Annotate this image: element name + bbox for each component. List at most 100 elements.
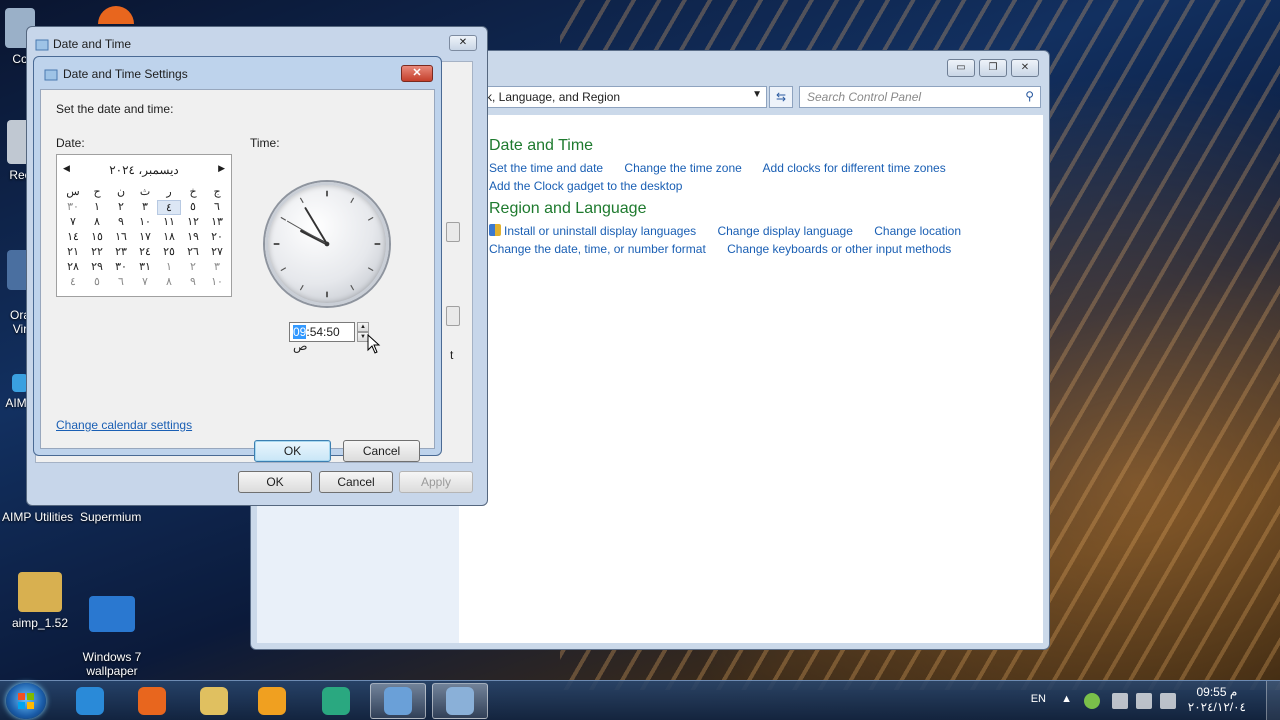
link-install-languages[interactable]: Install or uninstall display languages bbox=[504, 224, 696, 238]
calendar-day[interactable]: ٧ bbox=[61, 215, 85, 230]
link-change-display-language[interactable]: Change display language bbox=[717, 224, 852, 238]
link-change-keyboards[interactable]: Change keyboards or other input methods bbox=[727, 242, 951, 256]
calendar-day[interactable]: ٢٠ bbox=[205, 230, 229, 245]
close-button[interactable]: ✕ bbox=[449, 35, 477, 51]
section-title[interactable]: Date and Time bbox=[489, 137, 964, 155]
desktop-label-supermium[interactable]: Supermium bbox=[80, 510, 141, 524]
time-input[interactable]: 09:54:50 ص bbox=[289, 322, 355, 353]
desktop-label-aimp-utilities[interactable]: AIMP Utilities bbox=[2, 510, 73, 524]
link-add-clock-gadget[interactable]: Add the Clock gadget to the desktop bbox=[489, 179, 682, 193]
taskbar-item[interactable] bbox=[62, 683, 118, 719]
calendar-day[interactable]: ١٤ bbox=[61, 230, 85, 245]
tray-expand-icon[interactable]: ▲ bbox=[1061, 693, 1072, 705]
calendar-day[interactable]: ١٠ bbox=[205, 275, 229, 290]
calendar-day[interactable]: ٢١ bbox=[61, 245, 85, 260]
action-center-flag-icon[interactable] bbox=[1160, 693, 1176, 709]
spin-up-icon[interactable]: ▲ bbox=[357, 322, 369, 332]
calendar-day[interactable]: ٣ bbox=[133, 200, 157, 215]
taskbar-item[interactable] bbox=[370, 683, 426, 719]
calendar-day[interactable]: ٩ bbox=[181, 275, 205, 290]
close-button[interactable]: ✕ bbox=[1011, 59, 1039, 77]
calendar-day[interactable]: ٢ bbox=[181, 260, 205, 275]
taskbar-item[interactable] bbox=[244, 683, 300, 719]
calendar-day[interactable]: ١ bbox=[85, 200, 109, 215]
calendar-day[interactable]: ٢٧ bbox=[205, 245, 229, 260]
calendar-day[interactable]: ١٨ bbox=[157, 230, 181, 245]
calendar-day[interactable]: ٤ bbox=[157, 200, 181, 215]
language-indicator[interactable]: EN bbox=[1031, 693, 1046, 705]
calendar-day[interactable]: ١ bbox=[157, 260, 181, 275]
calendar-day[interactable]: ١٢ bbox=[181, 215, 205, 230]
calendar-day[interactable]: ١١ bbox=[157, 215, 181, 230]
link-set-time-date[interactable]: Set the time and date bbox=[489, 161, 603, 175]
calendar-day[interactable]: ٧ bbox=[133, 275, 157, 290]
network-icon[interactable] bbox=[1084, 693, 1100, 709]
search-input[interactable]: Search Control Panel ⚲ bbox=[799, 86, 1041, 108]
calendar-day[interactable]: ٢٨ bbox=[61, 260, 85, 275]
taskbar-item[interactable] bbox=[432, 683, 488, 719]
hour-selection[interactable]: 09 bbox=[293, 325, 307, 339]
taskbar-item[interactable] bbox=[124, 683, 180, 719]
calendar-day[interactable]: ١٩ bbox=[181, 230, 205, 245]
chevron-down-icon[interactable]: ▼ bbox=[752, 89, 762, 100]
minimize-button[interactable]: ▭ bbox=[947, 59, 975, 77]
start-button[interactable] bbox=[6, 683, 46, 719]
hidden-text: t bbox=[450, 348, 454, 362]
refresh-icon[interactable]: ⇆ bbox=[769, 86, 793, 108]
link-change-location[interactable]: Change location bbox=[874, 224, 961, 238]
calendar-day[interactable]: ٢٢ bbox=[85, 245, 109, 260]
windows-logo-icon bbox=[18, 693, 34, 709]
taskbar-item[interactable] bbox=[308, 683, 364, 719]
maximize-button[interactable]: ❐ bbox=[979, 59, 1007, 77]
volume-icon[interactable] bbox=[1136, 693, 1152, 709]
taskbar-clock[interactable]: 09:55 م ٢٠٢٤/١٢/٠٤ bbox=[1188, 685, 1246, 715]
calendar-day[interactable]: ٥ bbox=[181, 200, 205, 215]
hidden-button[interactable] bbox=[446, 222, 460, 242]
ok-button[interactable]: OK bbox=[238, 471, 312, 493]
taskbar-item[interactable] bbox=[186, 683, 242, 719]
link-change-time-zone[interactable]: Change the time zone bbox=[624, 161, 741, 175]
calendar-day[interactable]: ٢ bbox=[109, 200, 133, 215]
calendar-day[interactable]: ١٦ bbox=[109, 230, 133, 245]
weekday-header: س bbox=[66, 186, 80, 198]
calendar-day[interactable]: ٣٠ bbox=[61, 200, 85, 215]
close-button[interactable]: ✕ bbox=[401, 65, 433, 82]
calendar-day[interactable]: ٦ bbox=[205, 200, 229, 215]
calendar-day[interactable]: ١٥ bbox=[85, 230, 109, 245]
apply-button[interactable]: Apply bbox=[399, 471, 473, 493]
calendar-day[interactable]: ٦ bbox=[109, 275, 133, 290]
desktop-icon-wallpaper[interactable]: Windows 7 wallpaper bbox=[72, 582, 152, 678]
calendar-month-title[interactable]: دیسمبر، ٢٠٢٤ bbox=[57, 163, 231, 177]
calendar-day[interactable]: ٨ bbox=[157, 275, 181, 290]
calendar-day[interactable]: ٣ bbox=[205, 260, 229, 275]
calendar-day[interactable]: ٢٣ bbox=[109, 245, 133, 260]
link-change-format[interactable]: Change the date, time, or number format bbox=[489, 242, 706, 256]
connection-icon[interactable] bbox=[1112, 693, 1128, 709]
ok-button[interactable]: OK bbox=[254, 440, 331, 462]
cancel-button[interactable]: Cancel bbox=[343, 440, 420, 462]
calendar-day[interactable]: ٢٦ bbox=[181, 245, 205, 260]
calendar-day[interactable]: ٢٤ bbox=[133, 245, 157, 260]
calendar-day[interactable]: ٨ bbox=[85, 215, 109, 230]
cancel-button[interactable]: Cancel bbox=[319, 471, 393, 493]
calendar-day[interactable]: ٢٥ bbox=[157, 245, 181, 260]
calendar-day[interactable]: ٣١ bbox=[133, 260, 157, 275]
calendar-day[interactable]: ٤ bbox=[61, 275, 85, 290]
calendar-day[interactable]: ٢٩ bbox=[85, 260, 109, 275]
address-bar[interactable]: k, Language, and Region ▼ bbox=[479, 86, 767, 108]
show-desktop-button[interactable] bbox=[1266, 681, 1280, 720]
calendar-day[interactable]: ١٣ bbox=[205, 215, 229, 230]
calendar-day[interactable]: ٩ bbox=[109, 215, 133, 230]
desktop-icon-firefox-partial[interactable] bbox=[96, 6, 136, 28]
change-calendar-settings-link[interactable]: Change calendar settings bbox=[56, 418, 192, 432]
calendar-day[interactable]: ١٧ bbox=[133, 230, 157, 245]
calendar-day[interactable]: ٣٠ bbox=[109, 260, 133, 275]
link-add-clocks[interactable]: Add clocks for different time zones bbox=[763, 161, 946, 175]
desktop-icon-aimp-installer[interactable]: aimp_1.52 bbox=[0, 572, 80, 630]
section-title[interactable]: Region and Language bbox=[489, 200, 979, 218]
search-icon[interactable]: ⚲ bbox=[1025, 89, 1034, 103]
hidden-button[interactable] bbox=[446, 306, 460, 326]
calendar-day[interactable]: ١٠ bbox=[133, 215, 157, 230]
calendar-day[interactable]: ٥ bbox=[85, 275, 109, 290]
next-month-button[interactable]: ▶ bbox=[218, 163, 225, 174]
